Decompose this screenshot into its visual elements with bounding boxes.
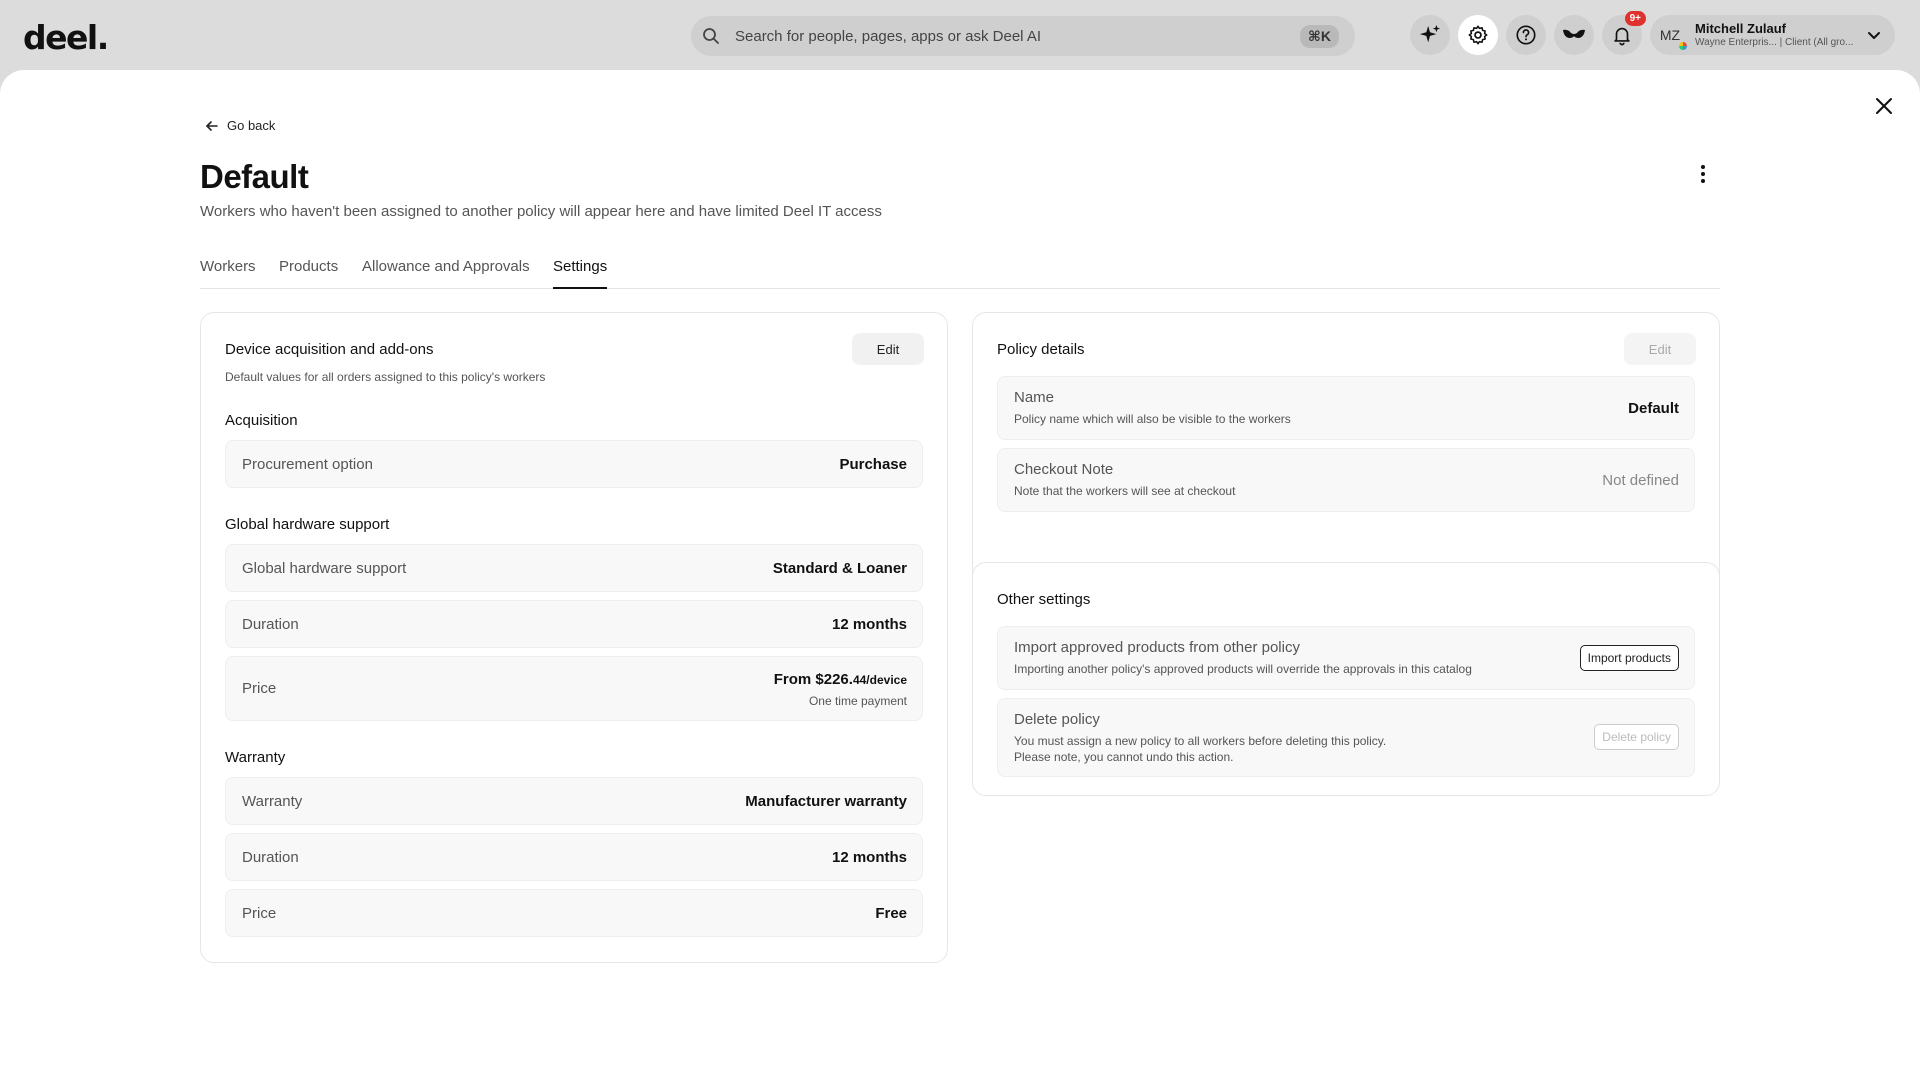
user-menu[interactable]: MZ Mitchell Zulauf Wayne Enterpris... | …	[1650, 15, 1895, 55]
delete-policy-row: Delete policy You must assign a new poli…	[997, 698, 1695, 777]
other-settings-title: Other settings	[997, 591, 1091, 608]
hardware-price-value: From $226.44/device	[774, 671, 907, 688]
warranty-section-title: Warranty	[225, 749, 286, 766]
import-products-row: Import approved products from other poli…	[997, 626, 1695, 690]
tab-settings[interactable]: Settings	[553, 258, 608, 289]
acquisition-section-title: Acquisition	[225, 412, 298, 429]
checkout-note-description: Note that the workers will see at checko…	[1014, 484, 1236, 498]
user-info: Mitchell Zulauf Wayne Enterpris... | Cli…	[1695, 21, 1865, 49]
policy-name-value: Default	[1628, 400, 1679, 417]
import-products-button[interactable]: Import products	[1579, 645, 1679, 671]
policy-card-title: Policy details	[997, 341, 1085, 358]
more-options-icon[interactable]	[1693, 162, 1713, 186]
hardware-price-note: One time payment	[808, 694, 907, 708]
checkout-note-row: Checkout Note Note that the workers will…	[997, 448, 1695, 512]
warranty-price-value: Free	[875, 905, 907, 922]
other-settings-card: Other settings Import approved products …	[972, 562, 1720, 796]
tab-allowance-and-approvals[interactable]: Allowance and Approvals	[362, 258, 530, 289]
policy-panel: Go back Default Workers who haven't been…	[0, 70, 1920, 1080]
organization-icon	[1678, 41, 1688, 51]
policy-name-row: Name Policy name which will also be visi…	[997, 376, 1695, 440]
help-icon	[1516, 25, 1536, 45]
hardware-price-amount: From $226.	[773, 671, 853, 688]
go-back-link[interactable]: Go back	[205, 118, 275, 133]
hardware-price-row: Price From $226.44/device One time payme…	[225, 656, 923, 721]
warranty-price-label: Price	[242, 905, 277, 922]
hardware-section-title: Global hardware support	[225, 516, 390, 533]
hardware-support-value: Standard & Loaner	[772, 560, 907, 577]
hardware-support-row: Global hardware support Standard & Loane…	[225, 544, 923, 592]
deel-ai-button[interactable]	[1410, 15, 1450, 55]
deel-logo[interactable]: deel.	[23, 18, 109, 57]
search-placeholder[interactable]: Search for people, pages, apps or ask De…	[735, 28, 1300, 45]
sparkle-icon	[1419, 24, 1441, 43]
help-button[interactable]	[1506, 15, 1546, 55]
page-subtitle: Workers who haven't been assigned to ano…	[200, 203, 882, 220]
warranty-row: Warranty Manufacturer warranty	[225, 777, 923, 825]
hardware-support-label: Global hardware support	[242, 560, 407, 577]
procurement-option-value: Purchase	[839, 456, 907, 473]
global-search[interactable]: Search for people, pages, apps or ask De…	[691, 16, 1355, 56]
avatar: MZ	[1653, 18, 1688, 52]
page-title: Default	[200, 158, 309, 195]
checkout-note-label: Checkout Note	[1014, 461, 1114, 478]
hardware-duration-value: 12 months	[831, 616, 907, 633]
close-icon[interactable]	[1872, 94, 1896, 118]
go-back-label: Go back	[227, 118, 276, 133]
hardware-duration-label: Duration	[242, 616, 299, 633]
policy-name-label: Name	[1014, 389, 1055, 406]
search-icon	[703, 28, 719, 44]
import-products-description: Importing another policy's approved prod…	[1014, 662, 1472, 676]
user-name: Mitchell Zulauf	[1695, 21, 1786, 36]
hardware-duration-row: Duration 12 months	[225, 600, 923, 648]
avatar-initials: MZ	[1659, 27, 1681, 43]
delete-policy-label: Delete policy	[1014, 711, 1100, 728]
gear-icon	[1468, 25, 1488, 45]
warranty-label: Warranty	[242, 793, 303, 810]
notifications-button[interactable]: 9+	[1602, 11, 1646, 55]
device-acquisition-card: Device acquisition and add-ons Default v…	[200, 312, 948, 963]
policy-edit-button[interactable]: Edit	[1624, 333, 1696, 365]
delete-policy-description-line-2: Please note, you cannot undo this action…	[1014, 750, 1234, 764]
bell-icon	[1614, 27, 1630, 46]
warranty-duration-row: Duration 12 months	[225, 833, 923, 881]
warranty-duration-label: Duration	[242, 849, 299, 866]
delete-policy-description-line-1: You must assign a new policy to all work…	[1014, 734, 1387, 748]
notifications-badge: 9+	[1624, 11, 1646, 26]
tab-products[interactable]: Products	[279, 258, 338, 289]
hardware-price-label: Price	[242, 680, 277, 697]
procurement-option-label: Procurement option	[242, 456, 373, 473]
device-edit-button[interactable]: Edit	[852, 333, 924, 365]
settings-button[interactable]	[1458, 15, 1498, 55]
incognito-mask-icon	[1563, 29, 1585, 38]
warranty-price-row: Price Free	[225, 889, 923, 937]
policy-name-description: Policy name which will also be visible t…	[1014, 412, 1291, 426]
warranty-value: Manufacturer warranty	[745, 793, 907, 810]
delete-policy-button[interactable]: Delete policy	[1594, 724, 1679, 750]
chevron-down-icon	[1868, 32, 1880, 39]
mask-button[interactable]	[1554, 15, 1594, 55]
device-card-title: Device acquisition and add-ons	[225, 341, 434, 358]
warranty-duration-value: 12 months	[831, 849, 907, 866]
tab-workers[interactable]: Workers	[200, 258, 256, 289]
arrow-left-icon	[206, 120, 218, 131]
checkout-note-value: Not defined	[1602, 472, 1679, 489]
policy-tabs: Workers Products Allowance and Approvals…	[200, 258, 1720, 289]
user-organization: Wayne Enterpris... | Client (All gro...	[1695, 37, 1854, 48]
import-products-label: Import approved products from other poli…	[1014, 639, 1300, 656]
device-card-description: Default values for all orders assigned t…	[225, 370, 546, 384]
top-bar: deel. Search for people, pages, apps or …	[0, 0, 1920, 70]
hardware-price-unit: 44/device	[852, 673, 907, 687]
search-shortcut: ⌘K	[1299, 24, 1339, 48]
procurement-option-row: Procurement option Purchase	[225, 440, 923, 488]
